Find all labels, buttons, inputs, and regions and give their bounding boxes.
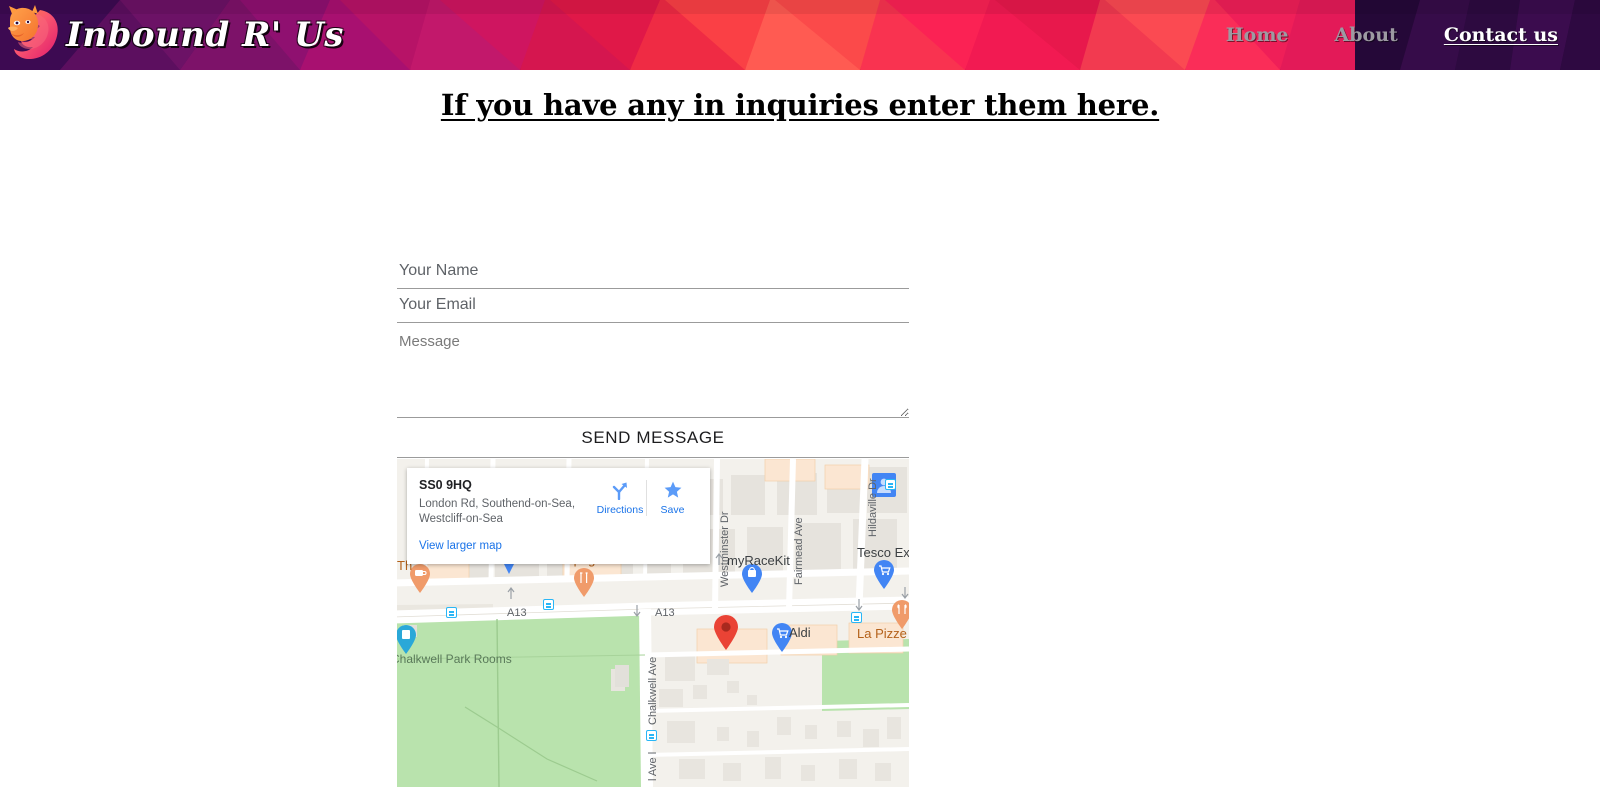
view-larger-map-link[interactable]: View larger map	[419, 540, 502, 552]
road-label-chalkwell-ave: Chalkwell Ave	[647, 656, 659, 725]
transit-icon-3[interactable]	[851, 612, 862, 623]
poi-label-chalkwell-park-rooms: Chalkwell Park Rooms	[397, 652, 512, 666]
main-navigation: Home About Contact us	[1220, 0, 1564, 70]
map-card-info: SS0 9HQ London Rd, Southend-on-Sea, West…	[419, 478, 594, 554]
poi-marker-spaghetti-junction[interactable]	[573, 567, 595, 597]
save-button[interactable]: Save	[646, 480, 698, 516]
map-info-card: SS0 9HQ London Rd, Southend-on-Sea, West…	[407, 468, 710, 565]
brand-name: Inbound R' Us	[66, 15, 344, 55]
poi-label-myracekit: myRaceKit	[727, 553, 790, 568]
road-label-hildaville-dr: Hildaville Dr	[867, 478, 879, 537]
map-place-address: London Rd, Southend-on-Sea, Westcliff-on…	[419, 498, 576, 526]
transit-icon-5[interactable]	[885, 479, 896, 490]
contact-form: SEND MESSAGE	[397, 255, 909, 458]
google-map-embed[interactable]: SS0 9HQ London Rd, Southend-on-Sea, West…	[397, 459, 909, 787]
star-icon	[664, 481, 681, 498]
poi-label-tesco: Tesco Ex	[857, 545, 909, 560]
transit-icon-1[interactable]	[446, 607, 457, 618]
road-label-a13-east: A13	[655, 607, 675, 619]
transit-icon-2[interactable]	[543, 599, 554, 610]
directions-label: Directions	[596, 504, 644, 516]
name-input[interactable]	[397, 255, 909, 289]
transit-icon-4[interactable]	[646, 730, 657, 741]
directions-fork-icon	[612, 482, 627, 500]
nav-link-home[interactable]: Home	[1220, 20, 1295, 50]
road-label-ave: l Ave l	[647, 751, 659, 781]
poi-marker-park-amenity[interactable]	[397, 624, 417, 654]
page-title: If you have any in inquiries enter them …	[440, 88, 1160, 122]
directions-button[interactable]: Directions	[594, 480, 646, 516]
road-label-fairmead-ave: Fairmead Ave	[793, 517, 805, 585]
poi-label-la-pizza: La Pizze	[857, 626, 907, 641]
map-place-title: SS0 9HQ	[419, 478, 472, 492]
poi-marker-la-pizza[interactable]	[891, 599, 909, 629]
nav-link-about[interactable]: About	[1329, 20, 1404, 50]
red-location-pin[interactable]	[713, 614, 739, 650]
lion-head-icon	[8, 5, 58, 60]
road-label-a13-west: A13	[507, 607, 527, 619]
poi-marker-cafe[interactable]	[409, 563, 431, 593]
save-label: Save	[660, 504, 685, 516]
send-message-button[interactable]: SEND MESSAGE	[397, 418, 909, 458]
nav-link-contact-us[interactable]: Contact us	[1438, 20, 1564, 50]
site-header: Inbound R' Us Home About Contact us	[0, 0, 1600, 70]
message-textarea[interactable]	[397, 326, 909, 418]
poi-label-aldi: Aldi	[789, 625, 811, 640]
map-card-actions: Directions Save	[594, 478, 698, 554]
brand[interactable]: Inbound R' Us	[0, 0, 344, 70]
poi-marker-tesco[interactable]	[873, 559, 895, 589]
road-label-westminster-dr: Westminster Dr	[719, 511, 731, 587]
email-input[interactable]	[397, 289, 909, 323]
